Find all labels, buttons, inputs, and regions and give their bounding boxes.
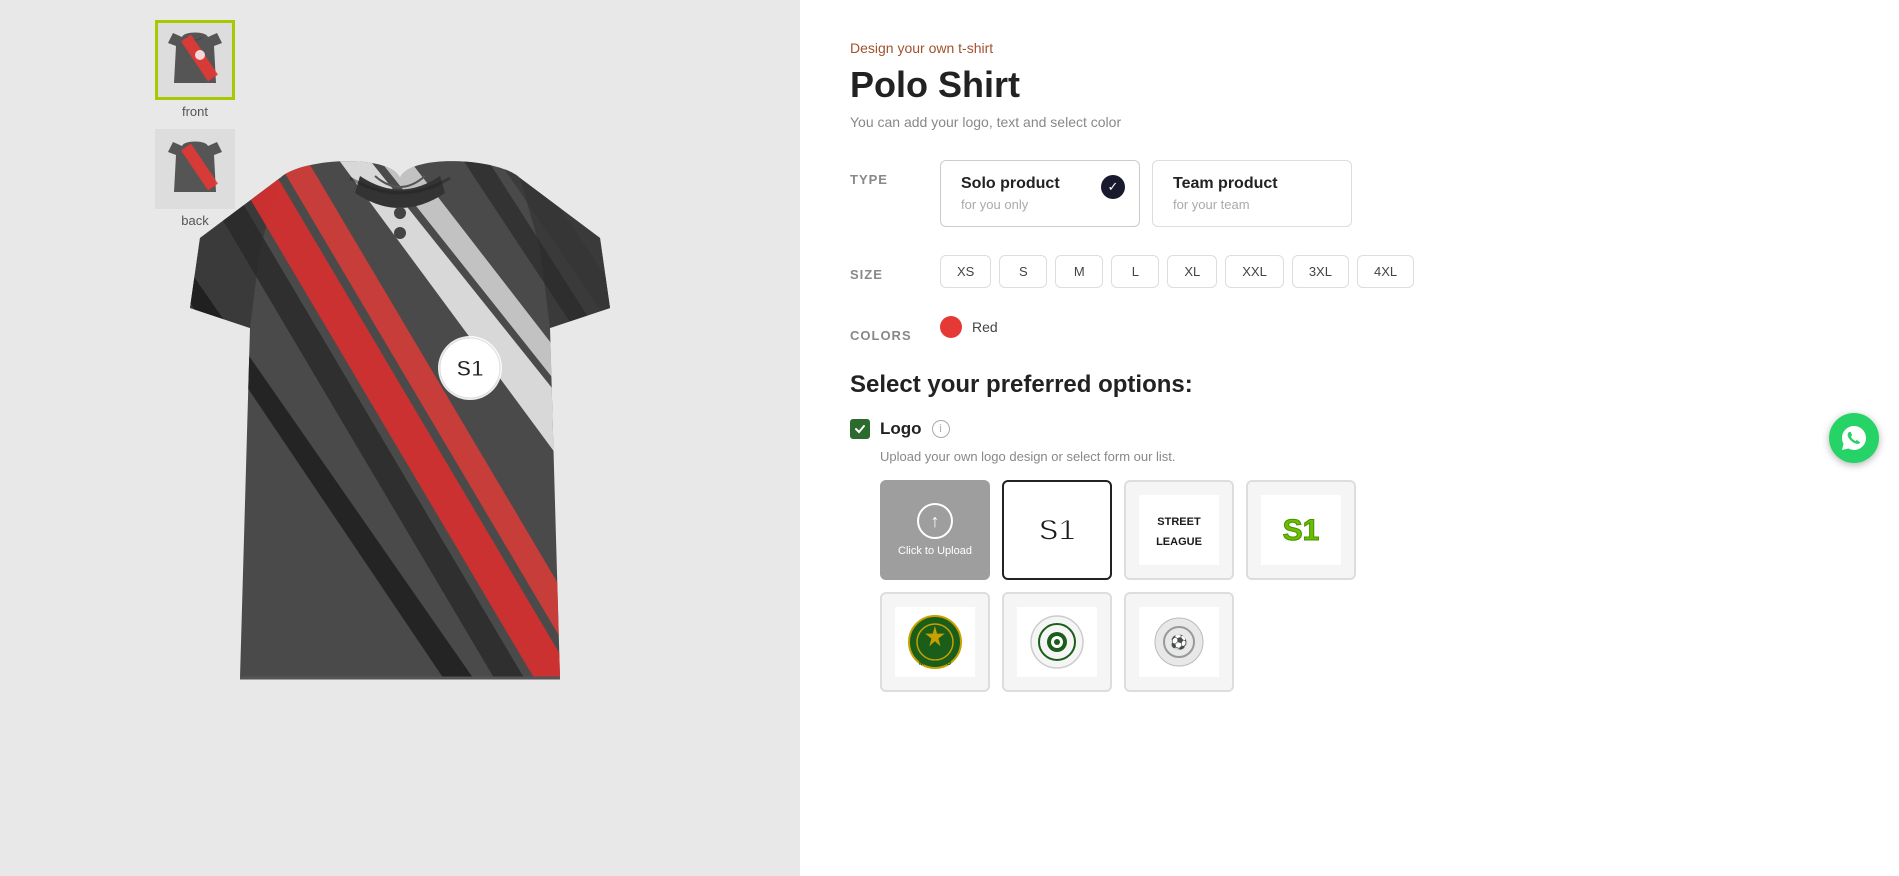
page-subtitle: Design your own t-shirt: [850, 40, 1849, 56]
size-xxl[interactable]: XXL: [1225, 255, 1284, 288]
type-solo-title: Solo product: [961, 175, 1119, 193]
colors-section: COLORS Red: [850, 316, 1849, 343]
logo-item-street-league[interactable]: STREET LEAGUE: [1124, 480, 1234, 580]
color-red-label: Red: [972, 319, 998, 335]
logo-morocco-svg: MOROCCO: [895, 607, 975, 677]
logo-hint: Upload your own logo design or select fo…: [880, 449, 1849, 464]
left-panel: front: [0, 0, 800, 876]
color-options: Red: [940, 316, 998, 338]
whatsapp-icon: [1840, 424, 1868, 452]
colors-label: COLORS: [850, 316, 920, 343]
checkmark-icon: [854, 423, 866, 435]
svg-text:STREET: STREET: [1157, 516, 1201, 528]
logo-checkbox-row: Logo i: [850, 419, 1849, 439]
type-team-card[interactable]: Team product for your team: [1152, 160, 1352, 227]
type-solo-subtitle: for you only: [961, 197, 1119, 212]
shirt-svg: S1: [160, 148, 640, 728]
svg-text:S1: S1: [1283, 514, 1320, 547]
logo-s1-svg: S1: [1017, 495, 1097, 565]
logo-item-s1[interactable]: S1: [1002, 480, 1112, 580]
svg-text:⚽: ⚽: [1169, 634, 1187, 651]
logo-item-s1-green[interactable]: S1: [1246, 480, 1356, 580]
size-xs[interactable]: XS: [940, 255, 991, 288]
logo-option-label: Logo: [880, 419, 922, 439]
type-team-subtitle: for your team: [1173, 197, 1331, 212]
svg-text:LEAGUE: LEAGUE: [1156, 536, 1202, 548]
logo-street-league-svg: STREET LEAGUE: [1139, 495, 1219, 565]
logo-upload-btn[interactable]: ↑ Click to Upload: [880, 480, 990, 580]
svg-text:S1: S1: [1039, 514, 1076, 547]
size-section: SIZE XS S M L XL XXL 3XL 4XL: [850, 255, 1849, 288]
whatsapp-button[interactable]: [1829, 413, 1879, 463]
preferred-title: Select your preferred options:: [850, 371, 1849, 399]
thumbnail-front[interactable]: front: [155, 20, 235, 119]
type-label: TYPE: [850, 160, 920, 187]
type-solo-card[interactable]: Solo product for you only ✓: [940, 160, 1140, 227]
size-l[interactable]: L: [1111, 255, 1159, 288]
svg-text:MOROCCO: MOROCCO: [919, 661, 951, 667]
product-title: Polo Shirt: [850, 64, 1849, 106]
product-desc: You can add your logo, text and select c…: [850, 114, 1849, 130]
thumbnail-front-label: front: [182, 104, 208, 119]
logo-s1-green-svg: S1: [1261, 495, 1341, 565]
shirt-display: S1: [110, 128, 690, 748]
size-3xl[interactable]: 3XL: [1292, 255, 1349, 288]
svg-text:S1: S1: [457, 356, 484, 381]
upload-arrow-icon: ↑: [917, 503, 953, 539]
size-label: SIZE: [850, 255, 920, 282]
type-options: Solo product for you only ✓ Team product…: [940, 160, 1352, 227]
main-layout: front: [0, 0, 1899, 876]
size-xl[interactable]: XL: [1167, 255, 1217, 288]
logo-emblem3-svg: ⚽: [1139, 607, 1219, 677]
size-s[interactable]: S: [999, 255, 1047, 288]
upload-text: Click to Upload: [898, 545, 972, 557]
type-team-title: Team product: [1173, 175, 1331, 193]
logo-emblem2-svg: [1017, 607, 1097, 677]
color-red-dot[interactable]: [940, 316, 962, 338]
logo-item-emblem3[interactable]: ⚽: [1124, 592, 1234, 692]
logo-checkbox[interactable]: [850, 419, 870, 439]
upload-icon-area: ↑ Click to Upload: [898, 503, 972, 557]
size-m[interactable]: M: [1055, 255, 1103, 288]
thumbnail-front-img[interactable]: [155, 20, 235, 100]
right-panel: Design your own t-shirt Polo Shirt You c…: [800, 0, 1899, 876]
preferred-section: Select your preferred options: Logo i Up…: [850, 371, 1849, 692]
logo-grid: ↑ Click to Upload S1 STREET: [880, 480, 1849, 692]
logo-item-morocco[interactable]: MOROCCO: [880, 592, 990, 692]
logo-item-emblem2[interactable]: [1002, 592, 1112, 692]
type-solo-check: ✓: [1101, 175, 1125, 199]
size-options: XS S M L XL XXL 3XL 4XL: [940, 255, 1414, 288]
logo-info-icon[interactable]: i: [932, 420, 950, 438]
type-section: TYPE Solo product for you only ✓ Team pr…: [850, 160, 1849, 227]
size-4xl[interactable]: 4XL: [1357, 255, 1414, 288]
